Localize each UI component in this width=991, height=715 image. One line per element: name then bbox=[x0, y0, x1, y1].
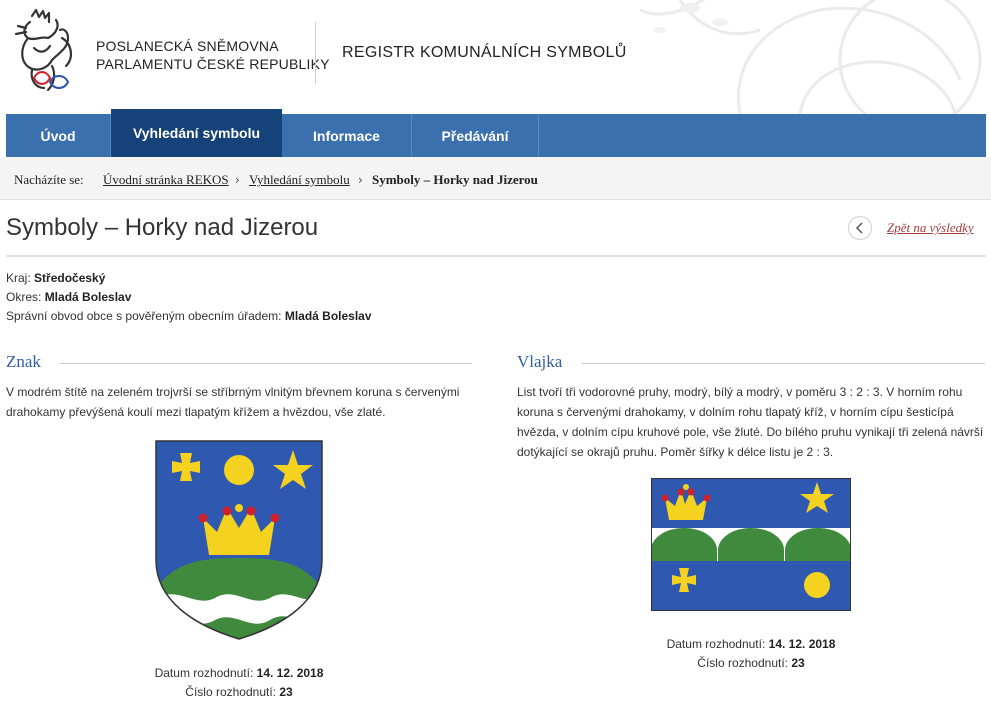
znak-date-value: 14. 12. 2018 bbox=[256, 666, 324, 680]
organization-name: POSLANECKÁ SNĚMOVNA PARLAMENTU ČESKÉ REP… bbox=[96, 37, 330, 73]
vlajka-number-value: 23 bbox=[791, 656, 805, 670]
registry-title[interactable]: REGISTR KOMUNÁLNÍCH SYMBOLŮ bbox=[342, 44, 627, 62]
org-name-line-1: POSLANECKÁ SNĚMOVNA bbox=[96, 38, 279, 54]
meta-obvod: Správní obvod obce s pověřeným obecním ú… bbox=[6, 309, 372, 323]
meta-obvod-label: Správní obvod obce s pověřeným obecním ú… bbox=[6, 309, 282, 323]
back-button[interactable] bbox=[848, 216, 872, 240]
page-title: Symboly – Horky nad Jizerou bbox=[6, 214, 319, 241]
breadcrumb-prefix: Nacházíte se: bbox=[14, 172, 84, 187]
back-to-results-link[interactable]: Zpět na výsledky bbox=[887, 220, 974, 236]
breadcrumb-separator-icon: › bbox=[358, 173, 363, 187]
coat-of-arms-image[interactable] bbox=[155, 440, 323, 640]
znak-heading: Znak bbox=[6, 352, 41, 371]
znak-description: V modrém štítě na zeleném trojvrší se st… bbox=[6, 385, 460, 419]
vlajka-number-label: Číslo rozhodnutí: bbox=[697, 656, 788, 670]
znak-heading-rule bbox=[60, 363, 472, 364]
org-name-line-2: PARLAMENTU ČESKÉ REPUBLIKY bbox=[96, 56, 330, 72]
meta-okres-label: Okres: bbox=[6, 290, 42, 304]
breadcrumb-link-home[interactable]: Úvodní stránka REKOS bbox=[103, 172, 229, 188]
nav-item-informace[interactable]: Informace bbox=[282, 114, 412, 157]
breadcrumb-separator-icon: › bbox=[235, 173, 240, 187]
vlajka-heading-rule bbox=[582, 363, 985, 364]
vlajka-date-label: Datum rozhodnutí: bbox=[666, 637, 766, 651]
znak-number-value: 23 bbox=[279, 685, 293, 699]
breadcrumb: Nacházíte se: Úvodní stránka REKOS › Vyh… bbox=[0, 157, 991, 200]
vlajka-description: List tvoří tři vodorovné pruhy, modrý, b… bbox=[517, 385, 984, 459]
meta-kraj-value: Středočeský bbox=[34, 271, 106, 285]
meta-okres: Okres: Mladá Boleslav bbox=[6, 290, 131, 304]
vlajka-decision-date: Datum rozhodnutí: 14. 12. 2018 bbox=[641, 637, 861, 651]
meta-obvod-value: Mladá Boleslav bbox=[284, 309, 372, 323]
header-divider bbox=[315, 22, 316, 84]
vlajka-heading: Vlajka bbox=[517, 352, 563, 371]
meta-kraj-label: Kraj: bbox=[6, 271, 31, 285]
breadcrumb-link-search[interactable]: Vyhledání symbolu bbox=[249, 172, 350, 188]
znak-number-label: Číslo rozhodnutí: bbox=[185, 685, 276, 699]
vlajka-date-value: 14. 12. 2018 bbox=[768, 637, 836, 651]
vlajka-decision-number: Číslo rozhodnutí: 23 bbox=[641, 656, 861, 670]
nav-item-predavani[interactable]: Předávání bbox=[412, 114, 539, 157]
site-header: POSLANECKÁ SNĚMOVNA PARLAMENTU ČESKÉ REP… bbox=[0, 0, 991, 114]
main-navigation: Úvod Vyhledání symbolu Informace Předává… bbox=[6, 109, 986, 157]
flag-image[interactable] bbox=[651, 478, 851, 611]
znak-decision-number: Číslo rozhodnutí: 23 bbox=[130, 685, 348, 699]
title-divider bbox=[6, 255, 986, 257]
znak-decision-date: Datum rozhodnutí: 14. 12. 2018 bbox=[130, 666, 348, 680]
meta-kraj: Kraj: Středočeský bbox=[6, 271, 105, 285]
nav-item-vyhledani-symbolu[interactable]: Vyhledání symbolu bbox=[111, 109, 282, 157]
meta-okres-value: Mladá Boleslav bbox=[44, 290, 132, 304]
chamber-lion-logo[interactable] bbox=[12, 8, 78, 100]
breadcrumb-current: Symboly – Horky nad Jizerou bbox=[372, 172, 538, 187]
nav-item-uvod[interactable]: Úvod bbox=[6, 114, 111, 157]
znak-date-label: Datum rozhodnutí: bbox=[154, 666, 254, 680]
chevron-left-icon bbox=[855, 222, 863, 234]
